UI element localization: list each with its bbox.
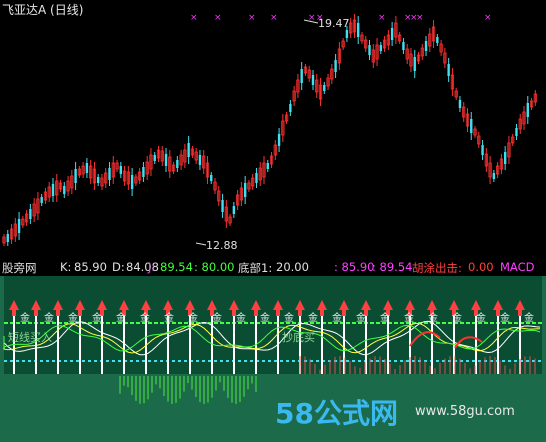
k-value: 85.90 [74,260,107,274]
buy-signal-label-2: 抄底买 [282,331,315,344]
up-arrow [471,300,481,310]
macd-label: MACD [500,260,535,274]
up-arrow-stem [276,310,280,316]
up-arrow [141,300,151,310]
up-arrow-stem [518,310,522,316]
up-arrow [207,300,217,310]
app-name: 股旁网 [2,261,37,275]
up-arrow [361,300,371,310]
escape-label: 胡涂出击: [412,261,462,275]
watermark-url: www.58gu.com [415,404,515,419]
up-arrow [97,300,107,310]
up-arrow [31,300,41,310]
up-arrow-stem [320,310,324,316]
gold-label: 金 [44,311,54,324]
gold-label: 金 [284,311,294,324]
gold-label: 金 [236,311,246,324]
up-arrow [163,300,173,310]
bottom-label: 底部1: [238,261,273,275]
up-arrow [251,300,261,310]
watermark-logo: 58公式网 [275,397,398,430]
gold-label: 金 [404,311,414,324]
up-arrow-stem [34,310,38,316]
up-arrow [273,300,283,310]
up-arrow [75,300,85,310]
gold-label: 金 [188,311,198,324]
gold-label: 金 [452,311,462,324]
up-arrow [405,300,415,310]
oscillator-line [3,320,541,356]
gold-label: 金 [380,311,390,324]
gold-label: 金 [164,311,174,324]
gold-label: 金 [140,311,150,324]
up-arrow-stem [254,310,258,316]
bottom-value: 20.00 [276,260,309,274]
buy-signal-label: 短线买入 [8,331,52,344]
up-arrow-stem [298,310,302,316]
price-marker-arrows [195,19,319,246]
up-arrow-stem [78,310,82,316]
j-label: J: [148,260,156,274]
j-value: 89.54 [160,260,193,274]
up-arrow [9,300,19,310]
oscillator-line [3,324,541,352]
up-arrow [383,300,393,310]
indicator-bar: 股旁网 K: 85.90 D: 84.08 J: 89.54 : 80.00 底… [0,258,546,276]
up-arrow [317,300,327,310]
up-arrow [119,300,129,310]
d-label: D: [112,260,125,274]
up-arrow-stem [56,310,60,316]
up-arrow [427,300,437,310]
j-extra: : 80.00 [194,260,235,274]
up-arrow [515,300,525,310]
gold-label: 金 [524,311,534,324]
gold-label: 金 [260,311,270,324]
up-arrow [53,300,63,310]
up-arrow [229,300,239,310]
gold-label: 金 [20,311,30,324]
k-label: K: [60,260,72,274]
gold-label: 金 [68,311,78,324]
value-2: : 89.54 [372,260,413,274]
gold-label: 金 [308,311,318,324]
up-arrow-stem [342,310,346,316]
up-arrow [339,300,349,310]
gold-label: 金 [92,311,102,324]
up-arrow [449,300,459,310]
escape-value: 0.00 [468,260,494,274]
up-arrow [493,300,503,310]
red-curve [409,331,483,349]
gold-label: 金 [356,311,366,324]
up-arrow [185,300,195,310]
up-arrow [295,300,305,310]
gold-label: 金 [212,311,222,324]
up-arrow-stem [12,310,16,316]
gold-label: 金 [332,311,342,324]
gold-label: 金 [476,311,486,324]
value-1: : 85.90 [334,260,375,274]
gold-label: 金 [500,311,510,324]
gold-label: 金 [116,311,126,324]
